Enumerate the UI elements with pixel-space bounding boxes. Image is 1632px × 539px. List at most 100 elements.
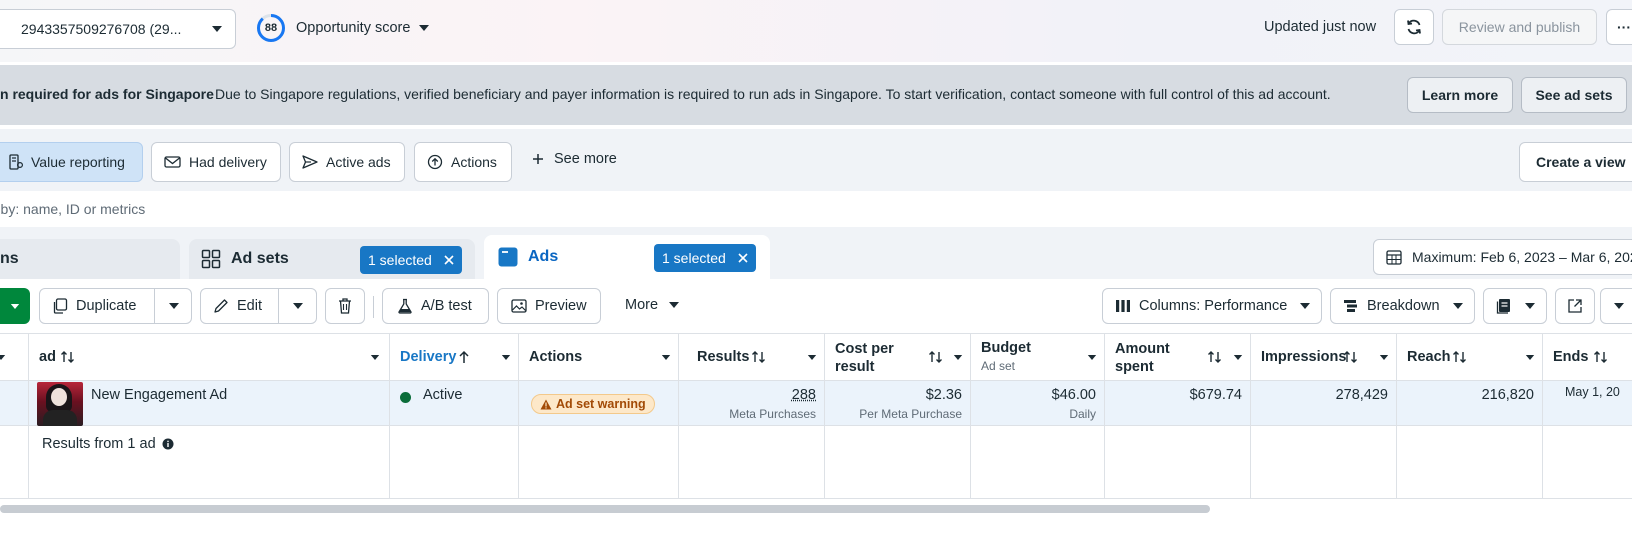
chevron-down-icon[interactable] — [953, 354, 963, 361]
horizontal-scrollbar[interactable] — [0, 505, 1210, 513]
more-label: More — [625, 297, 658, 313]
chevron-down-icon[interactable] — [1525, 354, 1535, 361]
warning-icon — [540, 399, 552, 410]
columns-button[interactable]: Columns: Performance — [1102, 288, 1322, 324]
column-header-actions[interactable]: Actions — [519, 334, 679, 381]
close-icon[interactable] — [738, 253, 748, 263]
tab-ads[interactable]: Ads 1 selected — [484, 235, 770, 279]
column-header-results[interactable]: Results — [679, 334, 825, 381]
chevron-down-icon[interactable] — [370, 354, 380, 361]
view-had-delivery[interactable]: Had delivery — [151, 142, 281, 182]
more-options-button[interactable]: ··· — [1606, 9, 1632, 45]
sort-icon[interactable] — [60, 350, 76, 364]
delete-button[interactable] — [325, 288, 365, 324]
column-header-impressions[interactable]: Impressions — [1251, 334, 1397, 381]
refresh-icon — [1405, 18, 1423, 36]
delivery-status: Active — [423, 387, 463, 403]
tab-label: ns — [0, 250, 19, 268]
envelope-icon — [164, 155, 181, 169]
delivery-cell: Active — [390, 381, 519, 426]
sort-icon[interactable] — [1593, 350, 1609, 364]
duplicate-button[interactable]: Duplicate — [39, 288, 192, 324]
column-header-delivery[interactable]: Delivery — [390, 334, 519, 381]
export-button[interactable] — [1555, 288, 1595, 324]
create-dropdown-button[interactable] — [0, 288, 30, 324]
column-header-reach[interactable]: Reach — [1397, 334, 1543, 381]
sort-icon[interactable] — [1452, 350, 1468, 364]
column-header-budget[interactable]: Budget Ad set — [971, 334, 1105, 381]
preview-button[interactable]: Preview — [497, 288, 601, 324]
table-row[interactable]: New Engagement Ad Active Ad set warning … — [0, 381, 1632, 426]
chevron-down-icon[interactable] — [661, 354, 671, 361]
summary-budget-cell — [971, 426, 1105, 499]
see-more-views-button[interactable]: See more — [532, 151, 617, 167]
row-select-cell[interactable] — [0, 381, 29, 426]
tab-campaigns[interactable]: ns — [0, 239, 180, 279]
view-value-reporting[interactable]: Value reporting — [0, 142, 143, 182]
edit-button[interactable]: Edit — [200, 288, 317, 324]
account-selector[interactable]: 2943357509276708 (29... — [0, 9, 236, 49]
chevron-down-icon[interactable] — [1233, 354, 1243, 361]
chevron-down-icon[interactable] — [1087, 354, 1097, 361]
banner-message: Due to Singapore regulations, verified b… — [215, 86, 1331, 102]
arrow-up-icon[interactable] — [458, 350, 470, 364]
duplicate-dropdown[interactable] — [154, 289, 192, 323]
column-label: Results — [697, 349, 749, 365]
ends-cell: May 1, 20 — [1543, 381, 1632, 426]
column-header-amount-spent[interactable]: Amount spent — [1105, 334, 1251, 381]
sort-icon[interactable] — [751, 350, 767, 364]
duplicate-label: Duplicate — [76, 298, 136, 314]
column-label: Impressions — [1261, 349, 1346, 365]
search-bar — [0, 191, 1632, 227]
breakdown-button[interactable]: Breakdown — [1330, 288, 1475, 324]
info-icon[interactable] — [162, 438, 174, 450]
edit-label: Edit — [237, 298, 262, 314]
create-view-button[interactable]: Create a view — [1519, 142, 1632, 182]
select-column-header[interactable] — [0, 334, 29, 381]
date-range-picker[interactable]: Maximum: Feb 6, 2023 – Mar 6, 2023 — [1373, 239, 1632, 275]
chevron-down-icon — [1299, 302, 1311, 310]
singapore-verification-banner: n required for ads for Singapore Due to … — [0, 65, 1632, 125]
reports-button[interactable] — [1483, 288, 1547, 324]
ads-selected-chip[interactable]: 1 selected — [654, 244, 756, 272]
chevron-down-icon[interactable] — [1379, 354, 1389, 361]
close-icon[interactable] — [444, 255, 454, 265]
refresh-button[interactable] — [1394, 9, 1434, 45]
summary-select-cell — [0, 426, 29, 499]
sort-icon[interactable] — [928, 350, 944, 364]
sort-icon[interactable] — [1343, 350, 1359, 364]
opportunity-score[interactable]: 88 Opportunity score — [256, 13, 430, 43]
more-actions-button[interactable]: More — [625, 297, 680, 313]
ad-set-warning-badge[interactable]: Ad set warning — [531, 394, 655, 414]
export-dropdown-button[interactable] — [1600, 288, 1632, 324]
view-actions[interactable]: Actions — [414, 142, 512, 182]
review-and-publish-button[interactable]: Review and publish — [1442, 9, 1597, 45]
summary-spent-cell — [1105, 426, 1251, 499]
flask-icon — [397, 298, 413, 314]
column-header-cost-per-result[interactable]: Cost per result — [825, 334, 971, 381]
reach-cell: 216,820 — [1397, 381, 1543, 426]
top-bar: 2943357509276708 (29... 88 Opportunity s… — [0, 0, 1632, 62]
ad-name-cell[interactable]: New Engagement Ad — [29, 381, 390, 426]
actions-cell: Ad set warning — [519, 381, 679, 426]
column-header-ad[interactable]: ad — [29, 334, 390, 381]
ab-test-button[interactable]: A/B test — [382, 288, 489, 324]
chevron-down-icon[interactable] — [807, 354, 817, 361]
see-ad-sets-button[interactable]: See ad sets — [1521, 77, 1627, 113]
chevron-down-icon[interactable] — [501, 354, 511, 361]
results-value[interactable]: 288 — [792, 387, 816, 403]
tab-ad-sets[interactable]: Ad sets 1 selected — [189, 239, 475, 279]
view-active-ads[interactable]: Active ads — [289, 142, 405, 182]
see-more-label: See more — [554, 151, 617, 167]
search-input[interactable] — [0, 197, 892, 221]
columns-icon — [1115, 299, 1131, 313]
column-header-ends[interactable]: Ends — [1543, 334, 1632, 381]
adsets-selected-chip[interactable]: 1 selected — [360, 246, 462, 274]
sort-icon[interactable] — [1207, 350, 1223, 364]
ad-thumbnail — [37, 382, 83, 426]
summary-actions-cell — [519, 426, 679, 499]
pencil-icon — [213, 298, 229, 314]
edit-dropdown[interactable] — [278, 289, 316, 323]
ad-name[interactable]: New Engagement Ad — [91, 387, 227, 403]
learn-more-button[interactable]: Learn more — [1407, 77, 1513, 113]
